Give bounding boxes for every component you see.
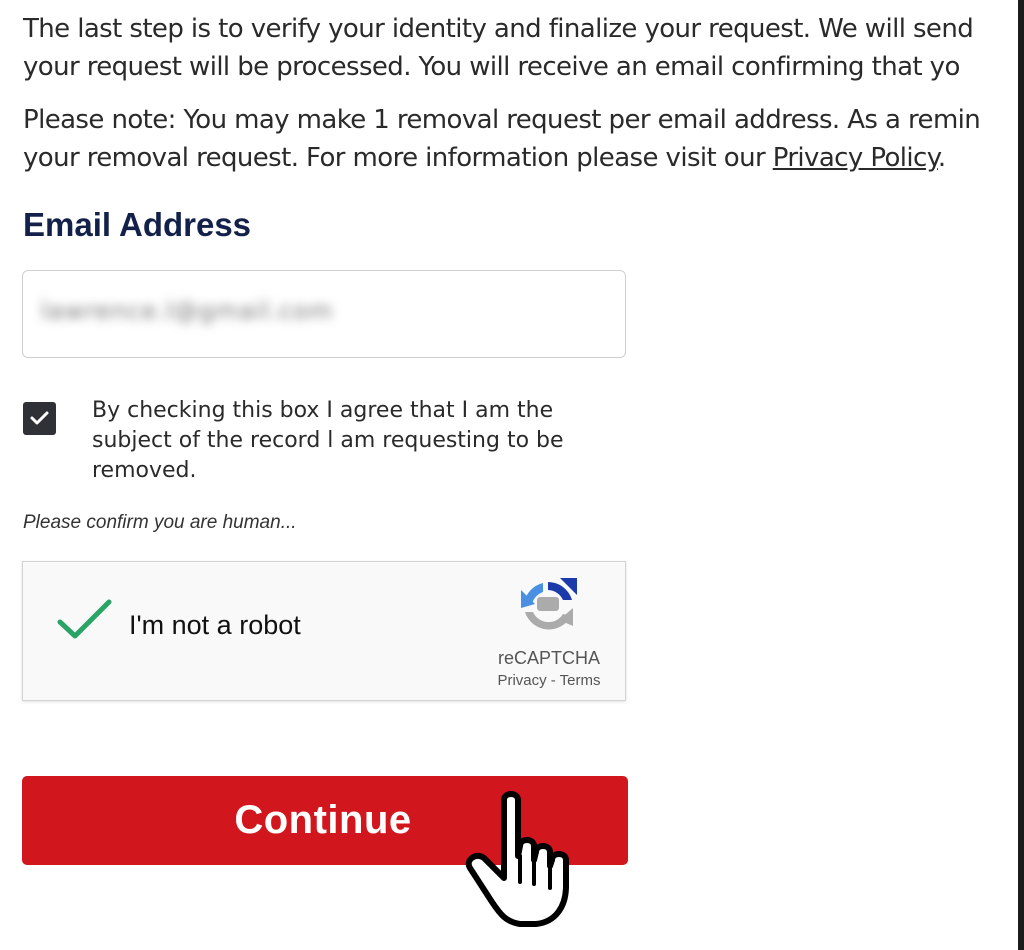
recaptcha-label: I'm not a robot	[129, 610, 301, 640]
note-paragraph: Please note: You may make 1 removal requ…	[23, 101, 1024, 177]
email-field[interactable]: lawrence.l@gmail.com	[22, 270, 626, 358]
recaptcha-check-icon[interactable]	[57, 598, 113, 642]
page-edge-border	[1018, 0, 1024, 950]
page-edge-gap	[1004, 0, 1018, 950]
note-line-1: Please note: You may make 1 removal requ…	[23, 105, 981, 135]
email-value: lawrence.l@gmail.com	[41, 297, 334, 325]
note-line-2: your removal request. For more informati…	[23, 139, 1024, 177]
intro-line-1: The last step is to verify your identity…	[23, 14, 974, 44]
recaptcha-logo-icon	[521, 578, 577, 630]
consent-text: By checking this box I agree that I am t…	[92, 398, 564, 483]
intro-paragraph: The last step is to verify your identity…	[23, 10, 1024, 86]
privacy-policy-link[interactable]: Privacy Policy	[773, 143, 939, 173]
hand-pointer-cursor-icon	[465, 791, 569, 927]
consent-checkbox[interactable]	[23, 402, 56, 435]
recaptcha-brand: reCAPTCHA	[497, 648, 600, 668]
human-prompt: Please confirm you are human...	[23, 512, 297, 533]
email-label: Email Address	[23, 206, 252, 243]
checkmark-icon	[30, 411, 49, 425]
recaptcha-widget[interactable]: I'm not a robot reCAPTCHA Privacy - Term…	[22, 561, 626, 701]
note-line-2-text: your removal request. For more informati…	[23, 143, 773, 173]
recaptcha-links[interactable]: Privacy - Terms	[485, 672, 613, 689]
intro-line-2: your request will be processed. You will…	[23, 52, 960, 82]
note-line-2-end: .	[937, 143, 946, 173]
